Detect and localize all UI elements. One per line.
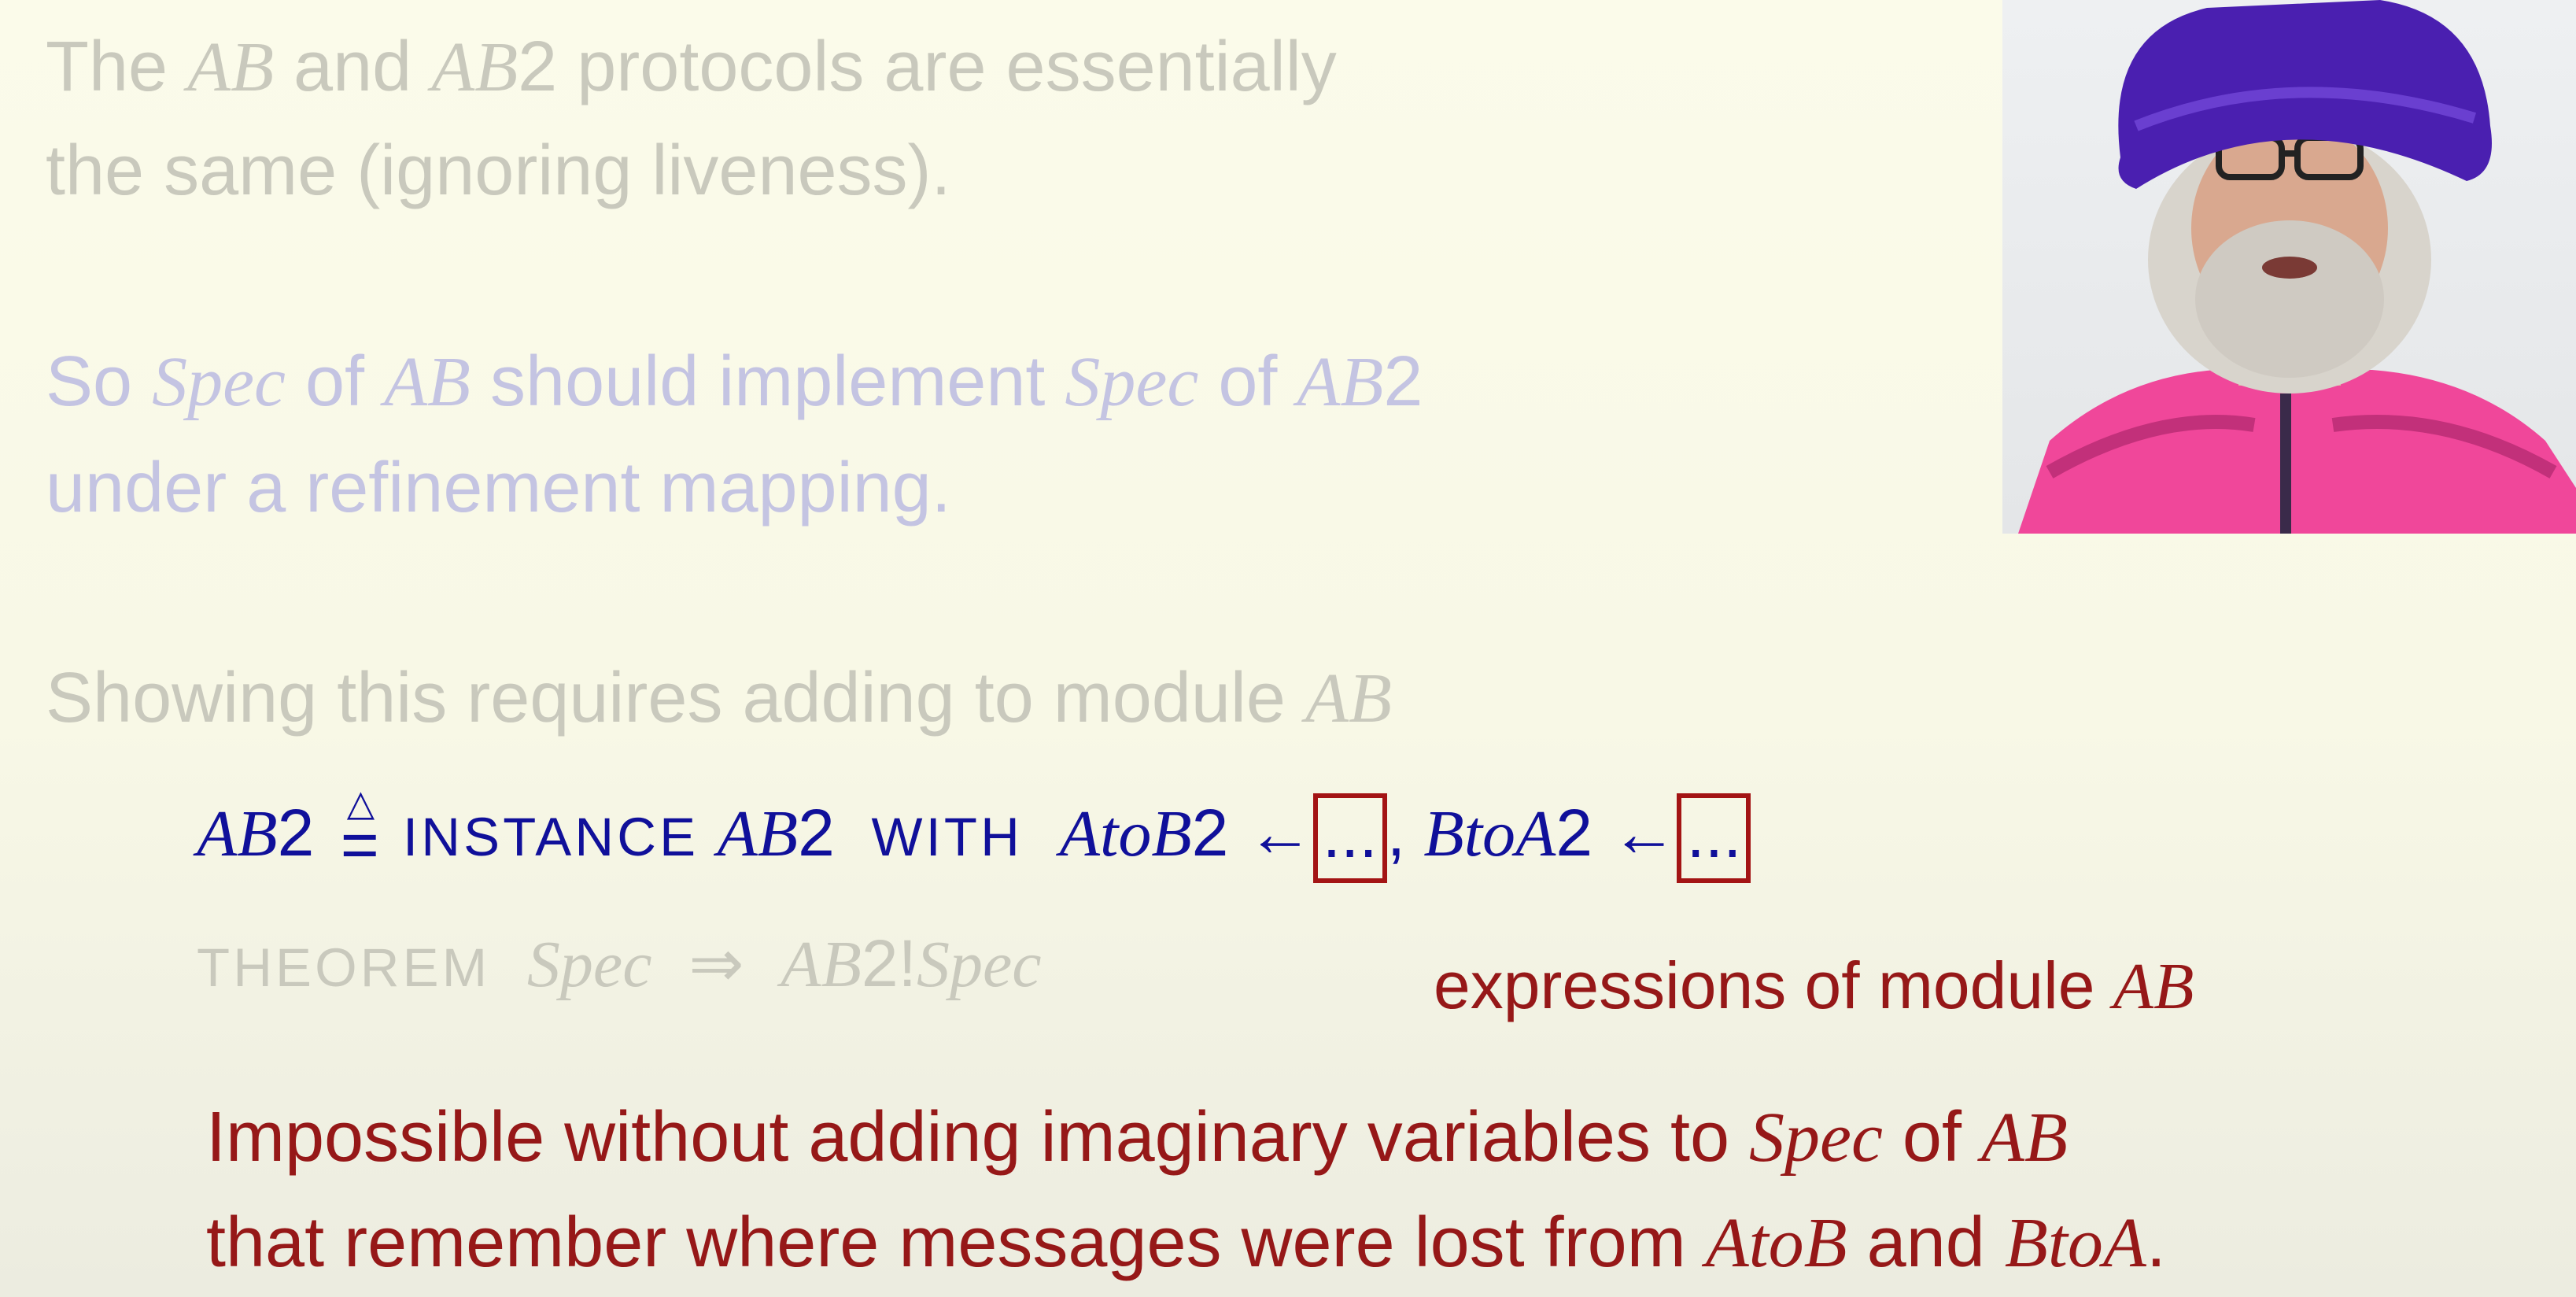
expressions-note: expressions of module AB: [1434, 948, 2194, 1023]
def-equal-symbol: △ =: [340, 782, 379, 882]
placeholder-box-2: ...: [1677, 793, 1751, 883]
speaker-webcam: [2002, 0, 2576, 534]
slide-line-1: The AB and AB2 protocols are essentially: [46, 28, 1337, 106]
bottom-line-1: Impossible without adding imaginary vari…: [206, 1098, 2068, 1177]
slide-line-5: Showing this requires adding to module A…: [46, 659, 1392, 737]
bottom-line-2: that remember where messages were lost f…: [206, 1203, 2166, 1282]
slide-line-3: So Spec of AB should implement Spec of A…: [46, 342, 1423, 421]
instance-definition: AB2 △ = INSTANCE AB2 WITH AtoB2 ←..., Bto…: [197, 782, 1751, 883]
placeholder-box-1: ...: [1312, 793, 1387, 883]
speaker-figure: [2018, 0, 2576, 534]
slide-line-4: under a refinement mapping.: [46, 449, 951, 527]
theorem-line: THEOREM Spec ⇒ AB2!Spec: [197, 926, 1042, 1001]
slide-line-2: the same (ignoring liveness).: [46, 131, 951, 210]
